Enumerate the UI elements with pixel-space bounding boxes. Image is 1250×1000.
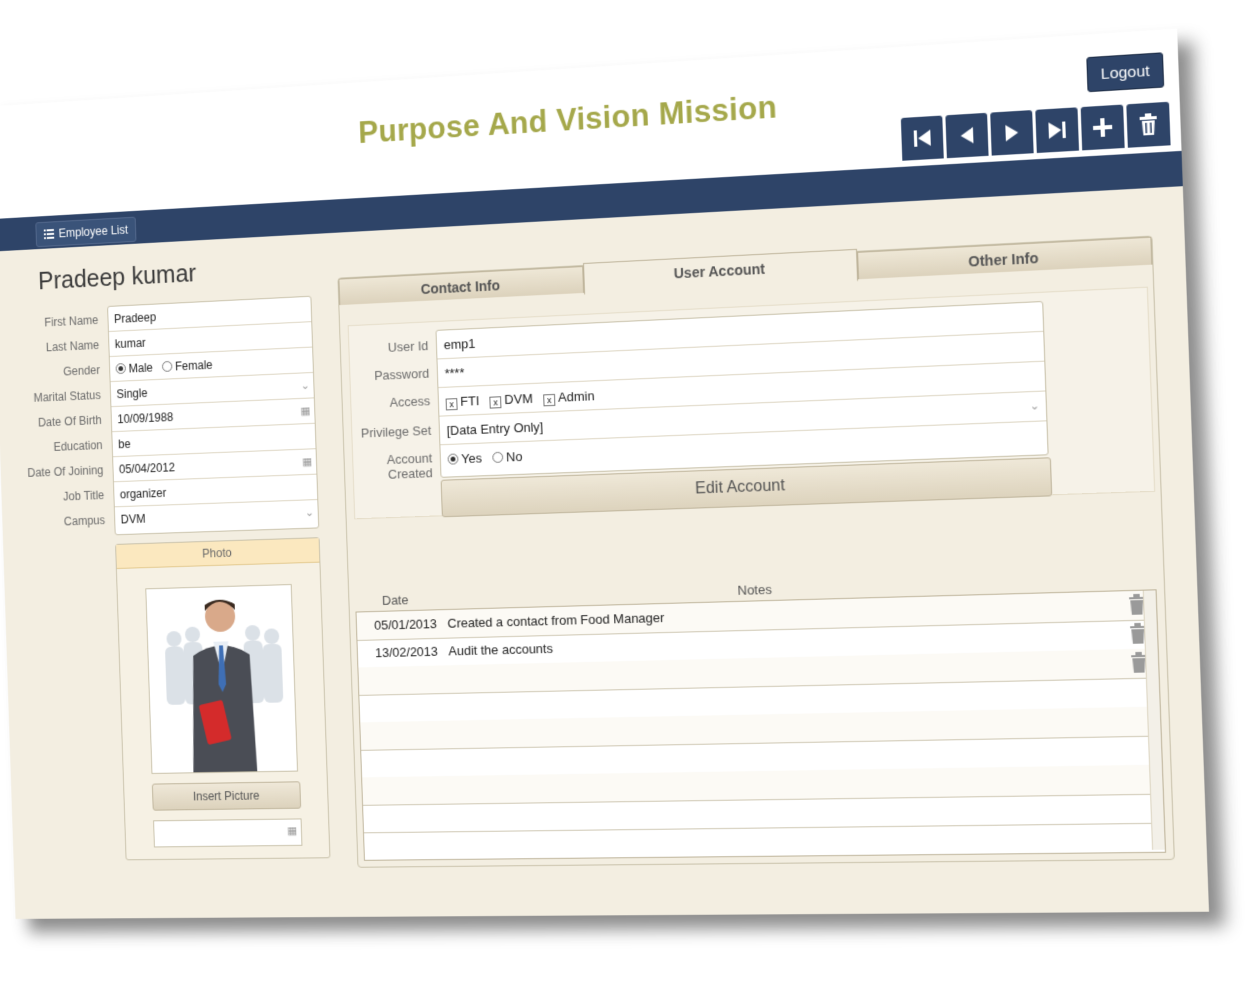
photo-header: Photo — [116, 538, 320, 569]
last-record-button[interactable] — [1035, 107, 1080, 154]
calendar-icon[interactable]: ▦ — [300, 399, 311, 425]
gender-female-label: Female — [174, 358, 213, 374]
gender-female-radio[interactable] — [161, 360, 173, 372]
campus-label: Campus — [63, 513, 106, 529]
notes-date-header: Date — [381, 592, 409, 608]
tab-user-account[interactable]: User Account — [583, 248, 859, 295]
date-of-birth-value: 10/09/1988 — [117, 410, 174, 427]
password-label: Password — [373, 365, 430, 383]
date-of-joining-value: 05/04/2012 — [118, 460, 176, 477]
created-yes-label: Yes — [461, 450, 483, 467]
employee-fields: Pradeep kumar Male Female Single ⌄ 10/09… — [107, 295, 320, 536]
employee-name-heading: Pradeep kumar — [37, 259, 197, 296]
account-fields: emp1 **** x FTI x DVM x Admin [Data Entry O… — [435, 300, 1049, 478]
access-dvm-checkbox[interactable]: x — [489, 396, 502, 409]
access-label: Access — [389, 393, 431, 410]
previous-record-button[interactable] — [945, 112, 989, 159]
privilege-set-value: [Data Entry Only] — [446, 419, 544, 439]
user-id-label: User Id — [387, 338, 429, 355]
last-name-label: Last Name — [45, 338, 100, 355]
privilege-set-label: Privilege Set — [360, 422, 432, 441]
note-date: 13/02/2013 — [374, 643, 439, 661]
access-fti-checkbox[interactable]: x — [445, 398, 458, 411]
employee-list-button[interactable]: Employee List — [35, 216, 137, 248]
add-record-button[interactable] — [1080, 104, 1125, 151]
account-created-label: Account Created — [386, 450, 433, 482]
employee-photo — [145, 584, 299, 774]
tab-contact-info[interactable]: Contact Info — [338, 266, 585, 306]
tab-panel: Contact Info User Account Other Info Use… — [337, 235, 1175, 868]
app-root: Purpose And Vision Mission Logout Employ… — [0, 0, 1250, 1000]
notes-grid: 05/01/2013 Created a contact from Food M… — [355, 589, 1167, 861]
first-name-label: First Name — [44, 313, 99, 330]
marital-status-value: Single — [116, 386, 148, 402]
created-no-label: No — [505, 448, 523, 465]
next-record-icon — [1005, 124, 1019, 142]
user-account-section: User Id Password Access Privilege Set Ac… — [347, 286, 1156, 520]
record-nav-toolbar — [900, 101, 1171, 161]
access-admin-label: Admin — [557, 388, 595, 405]
app-title: Purpose And Vision Mission — [357, 89, 778, 150]
calendar-icon[interactable]: ▦ — [302, 449, 313, 475]
tab-other-info[interactable]: Other Info — [857, 236, 1153, 280]
previous-record-icon — [960, 126, 974, 145]
note-text: Audit the accounts — [448, 640, 554, 659]
gender-label: Gender — [62, 363, 101, 379]
marital-status-label: Marital Status — [33, 388, 102, 405]
date-of-birth-label: Date Of Birth — [37, 413, 102, 430]
trash-icon — [1139, 113, 1157, 136]
photo-panel: Photo Insert Picture ▦ — [115, 537, 331, 861]
job-title-label: Job Title — [62, 488, 105, 504]
calendar-icon[interactable]: ▦ — [287, 824, 297, 837]
access-admin-checkbox[interactable]: x — [543, 393, 556, 407]
date-of-joining-label: Date Of Joining — [27, 463, 104, 480]
access-dvm-label: DVM — [504, 390, 533, 407]
gender-male-label: Male — [128, 360, 154, 376]
next-record-button[interactable] — [990, 110, 1034, 156]
created-no-radio[interactable] — [492, 451, 504, 464]
gender-male-radio[interactable] — [115, 363, 127, 375]
main-window: Purpose And Vision Mission Logout Employ… — [0, 28, 1210, 919]
insert-picture-button[interactable]: Insert Picture — [151, 781, 302, 811]
delete-record-button[interactable] — [1126, 101, 1171, 148]
chevron-down-icon: ⌄ — [304, 507, 315, 520]
first-record-icon — [913, 129, 931, 147]
campus-value: DVM — [120, 512, 146, 527]
chevron-down-icon: ⌄ — [300, 379, 310, 393]
education-label: Education — [53, 438, 103, 454]
first-record-button[interactable] — [900, 115, 944, 161]
photo-path-field[interactable]: ▦ — [153, 818, 303, 848]
created-yes-radio[interactable] — [447, 453, 459, 465]
note-date: 05/01/2013 — [373, 616, 438, 633]
last-record-icon — [1048, 121, 1066, 139]
add-record-icon — [1093, 118, 1113, 137]
person-photo-image — [146, 585, 298, 773]
logout-button[interactable]: Logout — [1086, 52, 1165, 93]
list-icon — [43, 229, 55, 240]
employee-list-label: Employee List — [58, 222, 129, 241]
notes-notes-header: Notes — [737, 581, 773, 598]
access-fti-label: FTI — [460, 393, 480, 409]
chevron-down-icon: ⌄ — [1029, 399, 1040, 413]
